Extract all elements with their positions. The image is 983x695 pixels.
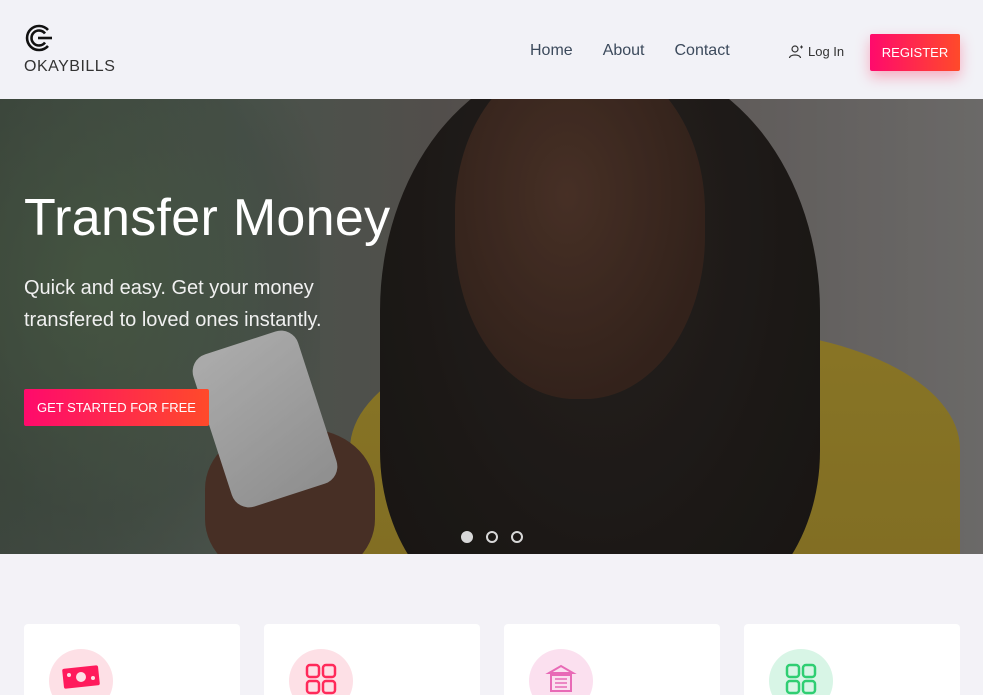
nav-about[interactable]: About bbox=[603, 42, 645, 60]
user-icon bbox=[788, 44, 803, 58]
top-navbar: OKAYBILLS Home About Contact Log In REGI… bbox=[0, 0, 983, 99]
carousel-dot-2[interactable] bbox=[486, 531, 498, 543]
feature-card[interactable] bbox=[504, 624, 720, 695]
hero-title: Transfer Money bbox=[24, 189, 391, 247]
cash-icon bbox=[49, 649, 113, 695]
login-link[interactable]: Log In bbox=[788, 44, 844, 59]
building-icon bbox=[529, 649, 593, 695]
feature-cards bbox=[24, 624, 960, 695]
carousel-dot-3[interactable] bbox=[511, 531, 523, 543]
logo-icon bbox=[25, 24, 52, 52]
grid-icon bbox=[289, 649, 353, 695]
hero-subtitle: Quick and easy. Get your money transfere… bbox=[24, 277, 322, 331]
brand-name: OKAYBILLS bbox=[24, 58, 116, 75]
brand-logo[interactable]: OKAYBILLS bbox=[24, 24, 115, 75]
feature-card[interactable] bbox=[24, 624, 240, 695]
nav-contact[interactable]: Contact bbox=[675, 42, 730, 60]
grid-icon bbox=[769, 649, 833, 695]
feature-card[interactable] bbox=[744, 624, 960, 695]
register-button[interactable]: REGISTER bbox=[870, 34, 960, 71]
carousel-dot-1[interactable] bbox=[461, 531, 473, 543]
nav-home[interactable]: Home bbox=[530, 42, 573, 60]
carousel-indicators bbox=[461, 531, 523, 543]
feature-card[interactable] bbox=[264, 624, 480, 695]
login-label: Log In bbox=[808, 44, 845, 59]
get-started-button[interactable]: GET STARTED FOR FREE bbox=[24, 389, 209, 426]
main-nav: Home About Contact bbox=[530, 42, 730, 60]
